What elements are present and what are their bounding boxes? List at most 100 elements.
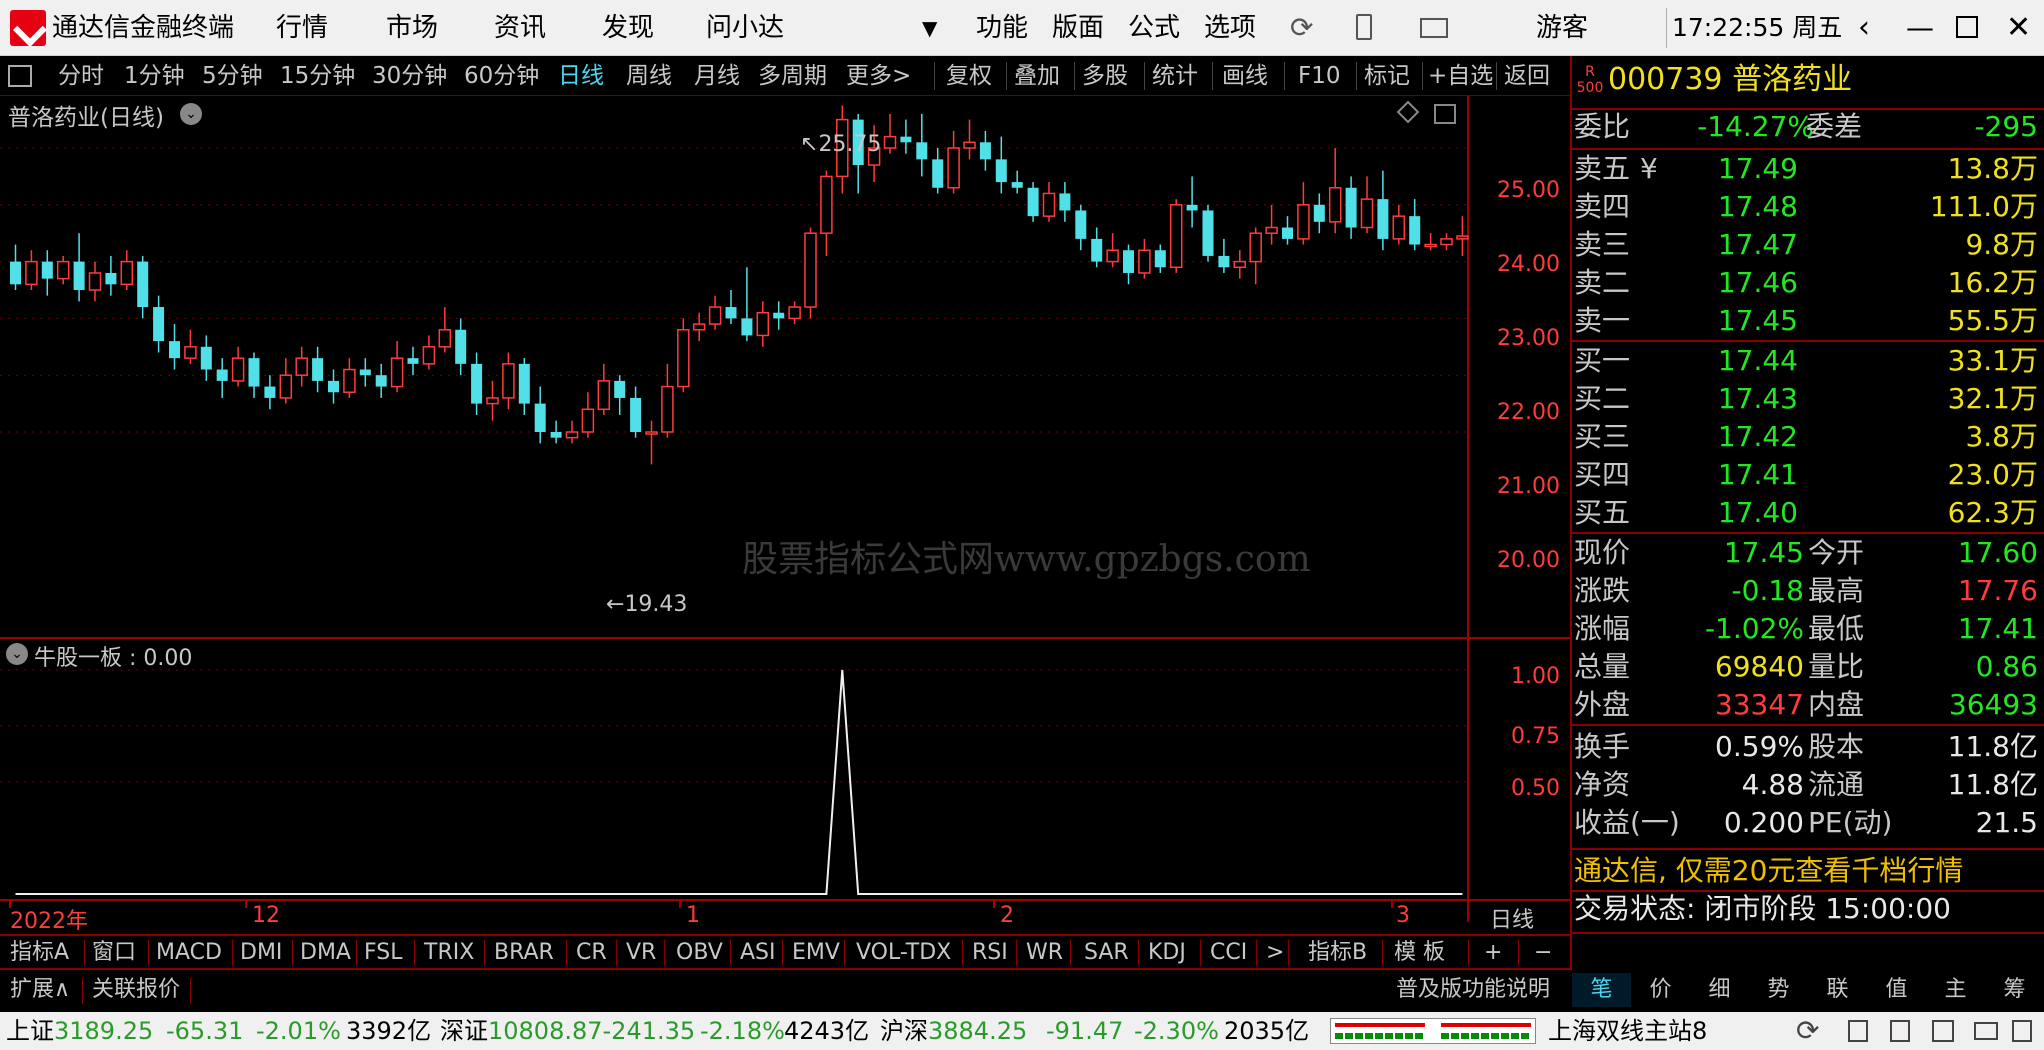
action-f10[interactable]: F10 [1298,56,1341,96]
tab-kdj[interactable]: KDJ [1148,936,1186,970]
market-breadth-icon[interactable] [1330,1018,1536,1044]
mail-icon[interactable] [1420,18,1448,38]
menu-faxian[interactable]: 发现 [602,0,654,56]
add-window-button[interactable]: + [1484,936,1502,970]
tab-wr[interactable]: WR [1026,936,1063,970]
action-huaxian[interactable]: 画线 [1222,56,1268,96]
tab-rsi[interactable]: RSI [972,936,1008,970]
minimize-icon[interactable]: — [1906,0,1934,56]
period-30min[interactable]: 30分钟 [372,56,447,96]
action-biaoji[interactable]: 标记 [1364,56,1410,96]
period-60min[interactable]: 60分钟 [464,56,539,96]
sz-index[interactable]: 深证10808.87-241.35 [440,1012,695,1050]
sync-icon[interactable]: ⟳ [1796,1012,1819,1050]
tab-indicator-b[interactable]: 指标B [1308,936,1367,970]
period-multi[interactable]: 多周期 [758,56,827,96]
menu-xuanxiang[interactable]: 选项 [1204,0,1256,56]
tab-divider [1518,940,1519,966]
tab-fsl[interactable]: FSL [364,936,403,970]
tab-more-arrow[interactable]: > [1266,936,1284,970]
tab-macd[interactable]: MACD [156,936,222,970]
related-quotes-button[interactable]: 关联报价 [92,973,180,1007]
menu-zixun[interactable]: 资讯 [494,0,546,56]
menu-gongshi[interactable]: 公式 [1128,0,1180,56]
action-back[interactable]: 返回 [1504,56,1550,96]
hs-index[interactable]: 沪深3884.25 [880,1012,1027,1050]
menu-shichang[interactable]: 市场 [386,0,438,56]
tab-asi[interactable]: ASI [740,936,776,970]
menu-banmian[interactable]: 版面 [1052,0,1104,56]
action-diejia[interactable]: 叠加 [1014,56,1060,96]
tab-divider [1138,940,1139,966]
tab-zhi[interactable]: 值 [1867,973,1926,1007]
tab-zhu[interactable]: 主 [1926,973,1985,1007]
tab-brar[interactable]: BRAR [494,936,554,970]
tab-template[interactable]: 模 板 [1394,936,1445,970]
user-label[interactable]: 游客 [1536,0,1588,56]
tab-emv[interactable]: EMV [792,936,840,970]
action-fuquan[interactable]: 复权 [946,56,992,96]
sh-index[interactable]: 上证3189.25 [6,1012,153,1050]
sz-change: -241.35 [602,1017,696,1045]
refresh-icon[interactable]: ⟳ [1290,0,1313,56]
tab-obv[interactable]: OBV [676,936,723,970]
chevron-down-icon[interactable]: ⌄ [180,103,202,125]
phone-icon[interactable] [2012,1020,2032,1042]
phone-icon[interactable] [1356,14,1372,40]
tab-vol-tdx[interactable]: VOL-TDX [856,936,951,970]
tab-window[interactable]: 窗口 [92,936,136,970]
promo-link[interactable]: 通达信, 仅需20元查看千档行情 [1574,852,1963,890]
tab-sar[interactable]: SAR [1084,936,1129,970]
tab-xi[interactable]: 细 [1690,973,1749,1007]
period-fenshi[interactable]: 分时 [58,56,104,96]
tab-dma[interactable]: DMA [300,936,351,970]
basic-edition-help[interactable]: 普及版功能说明 [1396,973,1550,1007]
server-name[interactable]: 上海双线主站8 [1548,1012,1707,1050]
period-more[interactable]: 更多> [846,56,911,96]
panel-icon[interactable] [1434,104,1456,124]
panel-toggle-icon[interactable] [8,65,32,87]
title-bar: 通达信金融终端 行情 市场 资讯 发现 问小达 ▼ 功能 版面 公式 选项 ⟳ … [0,0,2044,56]
menu-gongneng[interactable]: 功能 [976,0,1028,56]
tab-bi[interactable]: 笔 [1572,973,1631,1007]
tab-dmi[interactable]: DMI [240,936,282,970]
action-duogu[interactable]: 多股 [1082,56,1128,96]
menu-wenxiaoda[interactable]: 问小达 [706,0,784,56]
menu-hangqing[interactable]: 行情 [276,0,328,56]
notes-icon[interactable] [1848,1020,1868,1042]
maximize-icon[interactable] [1956,16,1978,38]
tab-indicator-a[interactable]: 指标A [10,936,69,970]
action-tongji[interactable]: 统计 [1152,56,1198,96]
tab-lian[interactable]: 联 [1808,973,1867,1007]
chevron-down-icon[interactable]: ⌄ [6,643,28,665]
sz-label: 深证 [440,1017,488,1045]
period-weekly[interactable]: 周线 [626,56,672,96]
breadth-up-bar [1335,1023,1425,1027]
dropdown-arrow-icon[interactable]: ▼ [922,0,937,56]
fin-value: 4.88 [1741,768,1804,801]
tab-trix[interactable]: TRIX [424,936,474,970]
ask-label: 卖三 [1574,228,1631,261]
grid-icon[interactable] [1932,1020,1954,1042]
tab-shi[interactable]: 势 [1749,973,1808,1007]
tab-chou[interactable]: 筹 [1985,973,2044,1007]
tab-jia[interactable]: 价 [1631,973,1690,1007]
period-5min[interactable]: 5分钟 [202,56,263,96]
remove-window-button[interactable]: − [1534,936,1552,970]
message-icon[interactable] [1974,1022,1998,1040]
tab-cr[interactable]: CR [576,936,607,970]
expand-button[interactable]: 扩展∧ [10,973,70,1007]
bid-label: 买四 [1574,458,1631,491]
period-monthly[interactable]: 月线 [694,56,740,96]
close-icon[interactable]: ✕ [2006,0,2031,56]
indicator-tick: 0.50 [1511,776,1560,801]
tab-vr[interactable]: VR [626,936,656,970]
period-15min[interactable]: 15分钟 [280,56,355,96]
chart-area[interactable] [0,96,1572,922]
tab-cci[interactable]: CCI [1210,936,1247,970]
action-add-favorite[interactable]: +自选 [1428,56,1493,96]
period-1min[interactable]: 1分钟 [124,56,185,96]
period-daily[interactable]: 日线 [558,56,604,96]
calendar-icon[interactable] [1890,1020,1910,1042]
back-arrow-icon[interactable]: ‹ [1858,0,1870,56]
